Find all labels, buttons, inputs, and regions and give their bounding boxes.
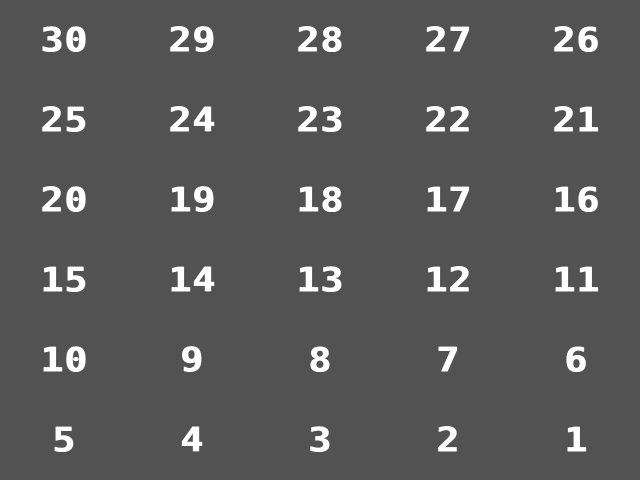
level-number: 25 [40, 100, 88, 140]
level-number: 17 [424, 180, 472, 220]
level-number: 29 [168, 20, 216, 60]
level-cell[interactable]: 18 [256, 160, 384, 240]
level-cell[interactable]: 4 [128, 400, 256, 480]
level-cell[interactable]: 29 [128, 0, 256, 80]
level-number: 5 [52, 420, 76, 460]
level-cell[interactable]: 8 [256, 320, 384, 400]
level-number: 13 [296, 260, 344, 300]
level-number: 28 [296, 20, 344, 60]
level-number: 22 [424, 100, 472, 140]
level-number: 12 [424, 260, 472, 300]
level-number: 19 [168, 180, 216, 220]
level-number: 4 [180, 420, 204, 460]
level-cell[interactable]: 30 [0, 0, 128, 80]
level-number: 11 [552, 260, 600, 300]
level-cell[interactable]: 28 [256, 0, 384, 80]
level-cell[interactable]: 24 [128, 80, 256, 160]
level-cell[interactable]: 2 [384, 400, 512, 480]
level-number: 24 [168, 100, 216, 140]
level-cell[interactable]: 14 [128, 240, 256, 320]
level-cell[interactable]: 11 [512, 240, 640, 320]
level-cell[interactable]: 13 [256, 240, 384, 320]
level-cell[interactable]: 25 [0, 80, 128, 160]
level-number: 9 [180, 340, 204, 380]
level-number: 26 [552, 20, 600, 60]
level-cell[interactable]: 9 [128, 320, 256, 400]
level-cell[interactable]: 22 [384, 80, 512, 160]
level-cell[interactable]: 3 [256, 400, 384, 480]
level-cell[interactable]: 5 [0, 400, 128, 480]
level-cell[interactable]: 27 [384, 0, 512, 80]
level-cell[interactable]: 20 [0, 160, 128, 240]
level-number: 6 [564, 340, 588, 380]
level-cell[interactable]: 21 [512, 80, 640, 160]
level-number: 7 [436, 340, 460, 380]
level-cell[interactable]: 6 [512, 320, 640, 400]
level-number: 15 [40, 260, 88, 300]
level-number: 21 [552, 100, 600, 140]
level-number: 23 [296, 100, 344, 140]
level-cell[interactable]: 17 [384, 160, 512, 240]
level-cell[interactable]: 15 [0, 240, 128, 320]
level-number: 18 [296, 180, 344, 220]
level-number: 14 [168, 260, 216, 300]
level-select-grid: 30 29 28 27 26 25 24 23 22 21 20 19 18 1… [0, 0, 640, 480]
level-number: 27 [424, 20, 472, 60]
level-number: 30 [40, 20, 88, 60]
level-number: 3 [308, 420, 332, 460]
level-cell[interactable]: 7 [384, 320, 512, 400]
level-cell[interactable]: 23 [256, 80, 384, 160]
level-cell[interactable]: 19 [128, 160, 256, 240]
level-cell[interactable]: 1 [512, 400, 640, 480]
level-cell[interactable]: 16 [512, 160, 640, 240]
level-number: 10 [40, 340, 88, 380]
level-cell[interactable]: 12 [384, 240, 512, 320]
level-cell[interactable]: 26 [512, 0, 640, 80]
level-number: 1 [564, 420, 588, 460]
level-number: 16 [552, 180, 600, 220]
level-cell[interactable]: 10 [0, 320, 128, 400]
level-number: 2 [436, 420, 460, 460]
level-number: 8 [308, 340, 332, 380]
level-number: 20 [40, 180, 88, 220]
